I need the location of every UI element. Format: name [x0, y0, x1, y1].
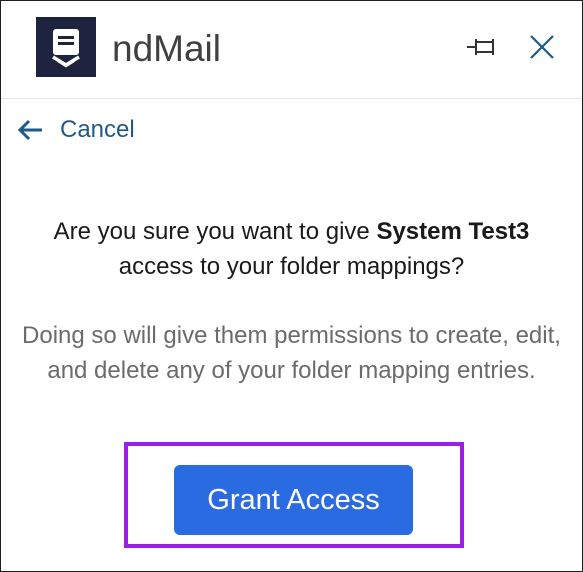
header: ndMail [0, 0, 583, 100]
ndmail-logo-icon [36, 17, 96, 77]
cancel-link[interactable]: Cancel [16, 114, 135, 146]
close-icon[interactable] [528, 33, 556, 61]
question-prefix: Are you sure you want to give [53, 218, 377, 245]
grant-access-button[interactable]: Grant Access [174, 465, 413, 535]
app-title: ndMail [112, 28, 221, 69]
header-divider [1, 98, 582, 99]
question-suffix: access to your folder mappings? [118, 253, 465, 280]
cancel-label: Cancel [60, 116, 135, 143]
confirm-question: Are you sure you want to give System Tes… [20, 214, 563, 284]
permission-note: Doing so will give them permissions to c… [22, 322, 561, 384]
arrow-left-icon [16, 118, 44, 142]
question-user: System Test3 [376, 218, 530, 245]
pin-icon[interactable] [466, 34, 500, 60]
